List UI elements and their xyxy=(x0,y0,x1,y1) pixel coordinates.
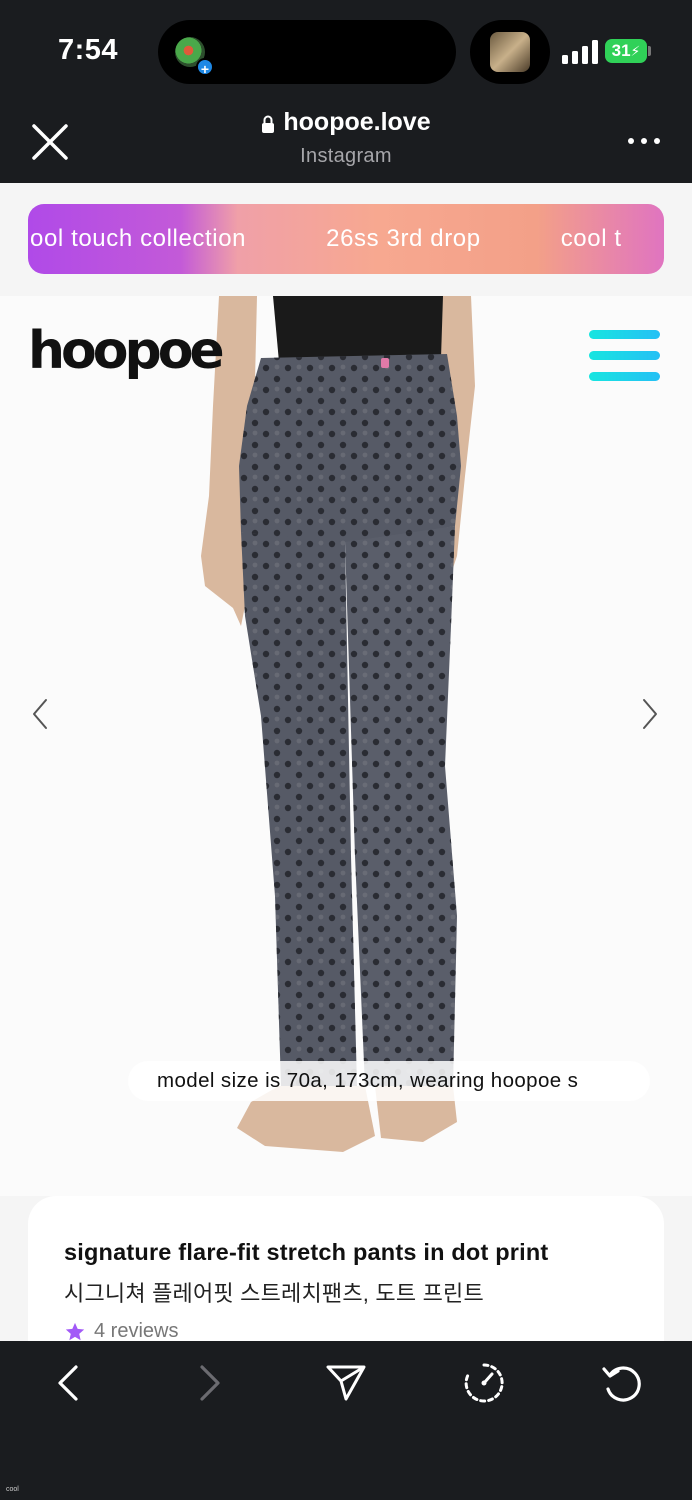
chevron-left-icon[interactable] xyxy=(28,696,52,732)
battery-level: 31⚡ xyxy=(605,39,647,63)
status-time: 7:54 xyxy=(58,34,119,66)
star-icon xyxy=(65,1322,85,1340)
lock-icon xyxy=(262,115,275,133)
image-caption: model size is 70a, 173cm, wearing hoopoe… xyxy=(128,1061,650,1101)
promo-marquee: ool touch collection 26ss 3rd drop cool … xyxy=(30,204,664,274)
page-domain: hoopoe.love xyxy=(283,108,431,136)
hamburger-menu-icon[interactable] xyxy=(589,330,660,382)
product-info-card: signature flare-fit stretch pants in dot… xyxy=(28,1196,664,1341)
promo-banner[interactable]: ool touch collection 26ss 3rd drop cool … xyxy=(28,204,664,274)
reviews-count: 4 reviews xyxy=(94,1320,179,1341)
web-page: ool touch collection 26ss 3rd drop cool … xyxy=(0,183,692,1341)
product-gallery[interactable]: hoopoe model size is 70a, 173cm, wearing… xyxy=(0,296,692,1196)
browser-toolbar xyxy=(0,1341,692,1500)
promo-item[interactable]: 26ss 3rd drop xyxy=(326,225,481,253)
product-title-korean: 시그니쳐 플레어핏 스트레치팬츠, 도트 프린트 xyxy=(64,1281,484,1306)
chevron-right-icon[interactable] xyxy=(638,696,662,732)
more-options-icon[interactable] xyxy=(626,138,660,146)
reload-icon[interactable] xyxy=(600,1361,644,1405)
promo-item[interactable]: cool t xyxy=(561,225,622,253)
reviews-link[interactable]: 4 reviews xyxy=(64,1320,628,1341)
back-icon[interactable] xyxy=(48,1361,92,1405)
browser-header: 7:54 + 31⚡ hoopoe.love Instagram xyxy=(0,0,692,183)
history-icon[interactable] xyxy=(462,1361,506,1405)
now-playing-artwork xyxy=(490,32,530,72)
product-title: signature flare-fit stretch pants in dot… xyxy=(64,1239,549,1265)
battery-tip xyxy=(648,46,651,56)
product-image xyxy=(201,296,475,1152)
battery-percent: 31 xyxy=(611,41,631,60)
url-display[interactable]: hoopoe.love Instagram xyxy=(0,108,692,168)
forward-icon[interactable] xyxy=(186,1361,230,1405)
source-app-label: Instagram xyxy=(300,145,392,167)
share-icon[interactable] xyxy=(324,1361,368,1405)
corner-label: cool xyxy=(6,1486,19,1493)
cellular-signal-icon xyxy=(562,40,598,64)
add-badge-icon: + xyxy=(196,58,214,77)
promo-item[interactable]: ool touch collection xyxy=(30,225,246,253)
site-logo[interactable]: hoopoe xyxy=(28,321,225,381)
